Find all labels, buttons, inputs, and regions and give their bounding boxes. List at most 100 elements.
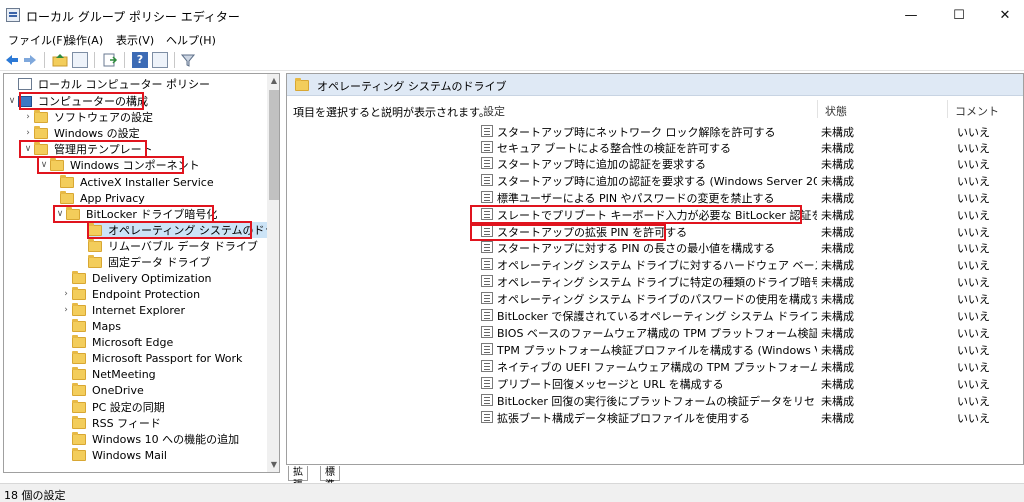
tree-item-maps[interactable]: Maps — [72, 318, 121, 334]
tree-item-label: Windows Mail — [92, 448, 167, 462]
column-separator[interactable] — [817, 100, 818, 118]
tree-item-windows-settings[interactable]: › Windows の設定 — [22, 125, 140, 141]
menu-view[interactable]: 表示(V) — [116, 32, 154, 48]
highlight-box — [37, 156, 184, 174]
filter-icon[interactable] — [180, 52, 196, 68]
scroll-up-arrow-icon[interactable]: ▲ — [267, 74, 279, 88]
maximize-button[interactable]: ☐ — [936, 0, 982, 30]
forward-arrow-icon[interactable] — [22, 52, 38, 68]
table-row[interactable]: BitLocker 回復の実行後にプラットフォームの検証データをリセットする未構… — [481, 392, 1023, 409]
setting-name: スタートアップに対する PIN の長さの最小値を構成する — [497, 242, 776, 255]
tree-scrollbar[interactable]: ▲ ▼ — [267, 74, 279, 472]
tree-item-fixed-data-drives[interactable]: 固定データ ドライブ — [88, 254, 211, 270]
setting-icon — [481, 241, 493, 253]
setting-comment: いいえ — [957, 226, 990, 239]
setting-comment: いいえ — [957, 395, 990, 408]
chevron-right-icon[interactable]: › — [22, 128, 34, 138]
folder-icon — [295, 78, 309, 91]
menu-action[interactable]: 操作(A) — [65, 32, 103, 48]
tree-item-netmeeting[interactable]: NetMeeting — [72, 366, 156, 382]
tree-item-pc-settings-sync[interactable]: PC 設定の同期 — [72, 399, 165, 415]
setting-comment: いいえ — [957, 126, 990, 139]
setting-name: プリブート回復メッセージと URL を構成する — [497, 378, 724, 391]
group-policy-app-icon — [6, 8, 20, 22]
tab-extended[interactable]: 拡張 — [288, 466, 308, 491]
properties-icon[interactable] — [152, 52, 168, 68]
column-separator[interactable] — [947, 100, 948, 118]
setting-icon — [481, 125, 493, 137]
tree-item-label: RSS フィード — [92, 417, 161, 430]
menu-help[interactable]: ヘルプ(H) — [166, 32, 216, 48]
tree-item-endpoint-protection[interactable]: › Endpoint Protection — [60, 286, 200, 302]
menu-file[interactable]: ファイル(F) — [8, 32, 67, 48]
up-folder-icon[interactable] — [52, 52, 68, 68]
tree-item-local-computer-policy[interactable]: ローカル コンピューター ポリシー — [6, 76, 210, 92]
setting-icon — [481, 411, 493, 423]
tree-item-software-settings[interactable]: › ソフトウェアの設定 — [22, 109, 153, 125]
help-icon[interactable]: ? — [132, 52, 148, 68]
tree-item-removable-data-drives[interactable]: リムーバブル データ ドライブ — [88, 238, 258, 254]
scroll-thumb[interactable] — [269, 90, 279, 200]
table-row[interactable]: TPM プラットフォーム検証プロファイルを構成する (Windows Vista… — [481, 341, 1023, 358]
tree-item-app-privacy[interactable]: App Privacy — [60, 190, 145, 206]
tree-item-onedrive[interactable]: OneDrive — [72, 382, 144, 398]
table-row[interactable]: BitLocker で保護されているオペレーティング システム ドライブの回復.… — [481, 307, 1023, 324]
chevron-down-icon[interactable]: ∨ — [6, 96, 18, 106]
table-row[interactable]: 拡張ブート構成データ検証プロファイルを使用する 未構成 いいえ — [481, 409, 1023, 426]
table-row[interactable]: ネイティブの UEFI ファームウェア構成の TPM プラットフォーム検証プロ.… — [481, 358, 1023, 375]
setting-state: 未構成 — [821, 412, 854, 425]
setting-comment: いいえ — [957, 412, 990, 425]
setting-comment: いいえ — [957, 327, 990, 340]
setting-state: 未構成 — [821, 192, 854, 205]
tree-item-windows10-add-features[interactable]: Windows 10 への機能の追加 — [72, 431, 239, 447]
tree-item-microsoft-passport-for-work[interactable]: Microsoft Passport for Work — [72, 350, 242, 366]
setting-state: 未構成 — [821, 259, 854, 272]
setting-state: 未構成 — [821, 327, 854, 340]
setting-comment: いいえ — [957, 361, 990, 374]
chevron-right-icon[interactable]: › — [60, 289, 72, 299]
table-row[interactable]: BIOS ベースのファームウェア構成の TPM プラットフォーム検証プロファイ.… — [481, 324, 1023, 341]
folder-icon — [72, 302, 86, 316]
setting-name: オペレーティング システム ドライブのパスワードの使用を構成する — [497, 293, 817, 306]
tree-item-activex-installer-service[interactable]: ActiveX Installer Service — [60, 174, 214, 190]
column-header-state[interactable]: 状態 — [825, 103, 847, 119]
tree-item-delivery-optimization[interactable]: Delivery Optimization — [72, 270, 212, 286]
tree-item-label: Internet Explorer — [92, 303, 185, 317]
table-row[interactable]: スタートアップ時に追加の認証を要求する (Windows Server 2008… — [481, 172, 1023, 189]
minimize-button[interactable]: — — [888, 0, 934, 30]
table-row[interactable]: オペレーティング システム ドライブに特定の種類のドライブ暗号化を適... 未構成… — [481, 273, 1023, 290]
table-row[interactable]: プリブート回復メッセージと URL を構成する 未構成 いいえ — [481, 375, 1023, 392]
table-row[interactable]: セキュア ブートによる整合性の検証を許可する 未構成 いいえ — [481, 139, 1023, 156]
column-header-comment[interactable]: コメント — [955, 103, 999, 119]
scroll-down-arrow-icon[interactable]: ▼ — [267, 458, 279, 472]
tree-item-microsoft-edge[interactable]: Microsoft Edge — [72, 334, 173, 350]
table-row[interactable]: スタートアップに対する PIN の長さの最小値を構成する 未構成 いいえ — [481, 239, 1023, 256]
close-button[interactable]: ✕ — [982, 0, 1024, 30]
folder-icon — [72, 286, 86, 300]
column-header-setting[interactable]: 設定 — [483, 103, 505, 119]
table-row[interactable]: オペレーティング システム ドライブに対するハードウェア ベースの暗号化... 未… — [481, 256, 1023, 273]
folder-icon — [88, 238, 102, 252]
policy-tree[interactable]: ローカル コンピューター ポリシー ∨ コンピューターの構成 › ソフトウェアの… — [3, 73, 280, 473]
table-row[interactable]: スタートアップ時にネットワーク ロック解除を許可する 未構成 いいえ — [481, 123, 1023, 140]
table-row[interactable]: オペレーティング システム ドライブのパスワードの使用を構成する 未構成 いいえ — [481, 290, 1023, 307]
table-row[interactable]: スタートアップ時に追加の認証を要求する 未構成 いいえ — [481, 155, 1023, 172]
tree-item-label: Windows 10 への機能の追加 — [92, 433, 240, 446]
chevron-right-icon[interactable]: › — [60, 305, 72, 315]
tree-item-label: ソフトウェアの設定 — [54, 111, 153, 124]
export-icon[interactable] — [102, 52, 118, 68]
chevron-right-icon[interactable]: › — [22, 112, 34, 122]
tree-item-rss-feeds[interactable]: RSS フィード — [72, 415, 161, 431]
back-arrow-icon[interactable] — [4, 52, 20, 68]
setting-comment: いいえ — [957, 293, 990, 306]
table-row[interactable]: 標準ユーザーによる PIN やパスワードの変更を禁止する 未構成 いいえ — [481, 189, 1023, 206]
tab-standard[interactable]: 標準 — [320, 466, 340, 491]
setting-comment: いいえ — [957, 276, 990, 289]
folder-icon — [72, 366, 86, 380]
setting-icon — [481, 309, 493, 321]
tree-item-windows-mail[interactable]: Windows Mail — [72, 447, 167, 463]
description-text: 項目を選択すると説明が表示されます。 — [293, 106, 490, 119]
tree-item-internet-explorer[interactable]: › Internet Explorer — [60, 302, 185, 318]
show-hide-tree-icon[interactable] — [72, 52, 88, 68]
toolbar-separator — [44, 52, 45, 68]
